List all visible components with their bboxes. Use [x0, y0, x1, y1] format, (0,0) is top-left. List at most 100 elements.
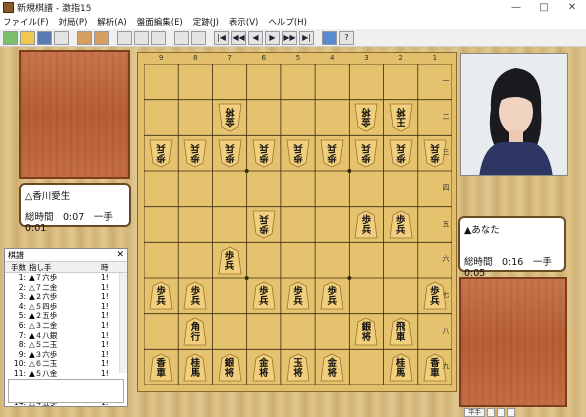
help-icon[interactable]: ? [339, 30, 354, 45]
piece-sente[interactable]: 歩兵 [286, 281, 310, 310]
board-icon[interactable] [77, 30, 92, 45]
next-move-icon[interactable]: ▶ [265, 30, 280, 45]
rank-label: 五 [442, 219, 450, 228]
piece-char-2: 将 [224, 367, 235, 379]
menu-view[interactable]: 表示(V) [229, 16, 258, 28]
save-icon[interactable] [37, 30, 52, 45]
rank-label: 四 [442, 183, 450, 192]
menu-help[interactable]: ヘルプ(H) [268, 16, 307, 28]
menu-edit-board[interactable]: 盤面編集(E) [137, 16, 183, 28]
gote-piece-stand[interactable] [19, 50, 130, 179]
piece-sente[interactable]: 歩兵 [354, 210, 378, 239]
grid-edit-icon[interactable] [191, 30, 206, 45]
piece-char-2: 兵 [156, 296, 166, 308]
piece-char-2: 将 [259, 367, 269, 379]
piece-gote[interactable]: 歩兵 [252, 210, 276, 239]
fast-forward-icon[interactable]: ▶▶ [282, 30, 297, 45]
piece-sente[interactable]: 歩兵 [320, 281, 344, 310]
piece-char-2: 兵 [259, 141, 269, 153]
print-icon[interactable] [54, 30, 69, 45]
piece-sente[interactable]: 銀将 [218, 353, 242, 382]
piece-gote[interactable]: 歩兵 [252, 139, 276, 168]
piece-char-1: 歩 [190, 151, 201, 163]
kifu-scrollbar[interactable] [119, 273, 127, 373]
piece-char-2: 行 [190, 332, 201, 343]
piece-char-1: 歩 [259, 223, 269, 234]
maximize-button[interactable]: □ [530, 2, 558, 13]
window-title: 新規棋譜 - 激指15 [17, 3, 92, 14]
paste-icon[interactable] [151, 30, 166, 45]
kifu-row[interactable]: 11: ▲５八金 1! [5, 369, 127, 379]
piece-sente[interactable]: 桂馬 [183, 353, 207, 382]
piece-gote[interactable]: 金将 [218, 103, 242, 132]
kifu-close-button[interactable]: ✕ [116, 250, 124, 260]
piece-sente[interactable]: 飛車 [389, 317, 413, 346]
piece-sente[interactable]: 歩兵 [389, 210, 413, 239]
rewind-icon[interactable]: ◀◀ [231, 30, 246, 45]
title-bar: 新規棋譜 - 激指15 — □ ✕ [0, 0, 586, 14]
piece-sente[interactable]: 香車 [149, 353, 173, 382]
piece-sente[interactable]: 桂馬 [389, 353, 413, 382]
piece-sente[interactable]: 角行 [183, 317, 207, 346]
open-folder-icon[interactable] [20, 30, 35, 45]
kifu-move-time: 1! [101, 292, 109, 302]
new-file-icon[interactable] [3, 30, 18, 45]
menu-file[interactable]: ファイル(F) [3, 16, 49, 28]
piece-char-2: 将 [395, 106, 406, 117]
sente-piece-stand[interactable] [459, 277, 567, 407]
piece-sente[interactable]: 金将 [320, 353, 344, 382]
prev-move-icon[interactable]: ◀ [248, 30, 263, 45]
kifu-row[interactable]: 9: ▲３六歩 1! [5, 350, 127, 360]
kifu-title: 棋譜 [8, 250, 24, 260]
piece-sente[interactable]: 歩兵 [149, 281, 173, 310]
first-move-icon[interactable]: |◀ [214, 30, 229, 45]
copy-icon[interactable] [134, 30, 149, 45]
piece-gote[interactable]: 歩兵 [149, 139, 173, 168]
kifu-move-number: 11: [13, 368, 26, 378]
kifu-row[interactable]: 7: ▲４八銀 1! [5, 331, 127, 341]
piece-gote[interactable]: 歩兵 [183, 139, 207, 168]
kifu-move-text: △５二玉 [29, 340, 58, 350]
piece-sente[interactable]: 玉将 [286, 353, 310, 382]
piece-gote[interactable]: 金将 [354, 103, 378, 132]
file-label: 4 [329, 54, 335, 62]
kifu-row[interactable]: 1: ▲７六歩 1! [5, 273, 127, 283]
piece-sente[interactable]: 歩兵 [183, 281, 207, 310]
piece-gote[interactable]: 歩兵 [320, 139, 344, 168]
piece-sente[interactable]: 歩兵 [252, 281, 276, 310]
piece-gote[interactable]: 歩兵 [218, 139, 242, 168]
status-bar: 平手 [464, 408, 586, 417]
kifu-row[interactable]: 2: △７二金 1! [5, 283, 127, 293]
kifu-row[interactable]: 6: △３二金 1! [5, 321, 127, 331]
menu-game[interactable]: 対局(P) [59, 16, 88, 28]
board-grid[interactable]: 金将金将王将歩兵歩兵歩兵歩兵歩兵歩兵歩兵歩兵歩兵歩兵歩兵歩兵歩兵歩兵歩兵歩兵歩兵… [144, 64, 452, 385]
close-button[interactable]: ✕ [558, 2, 586, 13]
kifu-col-time: 時 [101, 262, 109, 272]
piece-char-1: 歩 [156, 151, 166, 163]
board-flip-icon[interactable] [94, 30, 109, 45]
piece-gote[interactable]: 歩兵 [389, 139, 413, 168]
display-icon[interactable] [322, 30, 337, 45]
kifu-move-text: ▲５八金 [29, 368, 58, 378]
kifu-row[interactable]: 5: ▲２五歩 1! [5, 311, 127, 321]
piece-gote[interactable]: 王将 [389, 103, 413, 132]
file-label: 2 [398, 54, 403, 62]
last-move-icon[interactable]: ▶| [299, 30, 314, 45]
menu-analysis[interactable]: 解析(A) [97, 16, 126, 28]
status-cell-3 [497, 408, 505, 417]
cut-icon[interactable] [117, 30, 132, 45]
kifu-row[interactable]: 4: △５四歩 1! [5, 302, 127, 312]
kifu-row[interactable]: 3: ▲２六歩 1! [5, 292, 127, 302]
minimize-button[interactable]: — [502, 2, 530, 13]
piece-sente[interactable]: 銀将 [354, 317, 378, 346]
piece-sente[interactable]: 金将 [252, 353, 276, 382]
piece-sente[interactable]: 歩兵 [218, 246, 242, 275]
kifu-comment-box[interactable] [8, 379, 124, 403]
piece-gote[interactable]: 歩兵 [354, 139, 378, 168]
grid-icon[interactable] [174, 30, 189, 45]
kifu-row[interactable]: 8: △５二玉 1! [5, 340, 127, 350]
kifu-move-number: 2: [18, 282, 26, 292]
menu-joseki[interactable]: 定跡(J) [193, 16, 219, 28]
piece-gote[interactable]: 歩兵 [286, 139, 310, 168]
kifu-row[interactable]: 10: △６二玉 1! [5, 359, 127, 369]
